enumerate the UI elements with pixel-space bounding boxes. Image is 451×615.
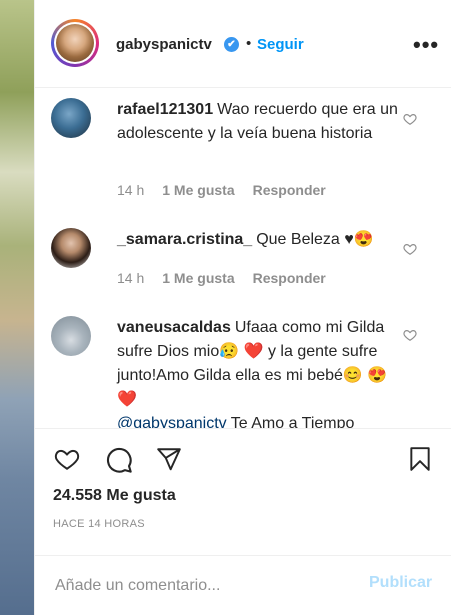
commenter-username[interactable]: _samara.cristina_	[117, 231, 252, 248]
paper-plane-icon[interactable]	[155, 446, 183, 472]
comment-mention[interactable]: @gabyspanictv	[117, 415, 227, 428]
comment-likes[interactable]: 1 Me gusta	[162, 182, 234, 198]
comment-bubble-icon[interactable]	[105, 446, 133, 474]
comment-meta: 14 h 1 Me gusta Responder	[117, 270, 344, 286]
separator-dot: •	[246, 35, 252, 52]
publish-button[interactable]: Publicar	[369, 574, 432, 592]
reply-button[interactable]: Responder	[253, 270, 326, 286]
comment-like-icon[interactable]	[403, 242, 417, 256]
commenter-username[interactable]: vaneusacaldas	[117, 319, 231, 336]
post-photo-edge	[0, 0, 34, 615]
comment-body-continued: Te Amo a Tiempo	[226, 415, 355, 428]
comment-text: rafael121301 Wao recuerdo que era un adol…	[117, 98, 407, 146]
comments-list[interactable]: rafael121301 Wao recuerdo que era un adol…	[35, 88, 451, 428]
commenter-avatar[interactable]	[51, 228, 91, 268]
bookmark-icon[interactable]	[407, 444, 433, 474]
author-username[interactable]: gabyspanictv	[116, 36, 212, 53]
post-header: gabyspanictv ✔ • Seguir •••	[35, 0, 451, 88]
more-options-icon[interactable]: •••	[413, 32, 439, 58]
comment-time: 14 h	[117, 182, 145, 198]
comment-likes[interactable]: 1 Me gusta	[162, 270, 234, 286]
comment-like-icon[interactable]	[403, 328, 417, 342]
comment-text: _samara.cristina_ Que Beleza ♥😍	[117, 228, 407, 252]
comment-meta: 14 h 1 Me gusta Responder	[117, 182, 344, 198]
post-actions: 24.558 Me gusta HACE 14 HORAS	[35, 428, 451, 558]
add-comment-bar: Publicar	[35, 555, 451, 615]
comment-like-icon[interactable]	[403, 112, 417, 126]
follow-button[interactable]: Seguir	[257, 36, 304, 53]
verified-badge-icon: ✔	[224, 37, 239, 52]
heart-outline-icon[interactable]	[53, 446, 81, 472]
author-avatar-photo	[56, 24, 94, 62]
commenter-username[interactable]: rafael121301	[117, 101, 213, 118]
post-side-panel: gabyspanictv ✔ • Seguir ••• rafael121301…	[34, 0, 451, 615]
comment-body: Que Beleza ♥😍	[256, 231, 374, 248]
comment-time: 14 h	[117, 270, 145, 286]
comment-input[interactable]	[53, 574, 357, 598]
author-avatar[interactable]	[51, 19, 99, 67]
reply-button[interactable]: Responder	[253, 182, 326, 198]
likes-count[interactable]: 24.558 Me gusta	[53, 487, 176, 505]
commenter-avatar[interactable]	[51, 316, 91, 356]
commenter-avatar[interactable]	[51, 98, 91, 138]
post-timestamp: HACE 14 HORAS	[53, 518, 145, 530]
comment-text: vaneusacaldas Ufaaa como mi Gilda sufre D…	[117, 316, 407, 428]
